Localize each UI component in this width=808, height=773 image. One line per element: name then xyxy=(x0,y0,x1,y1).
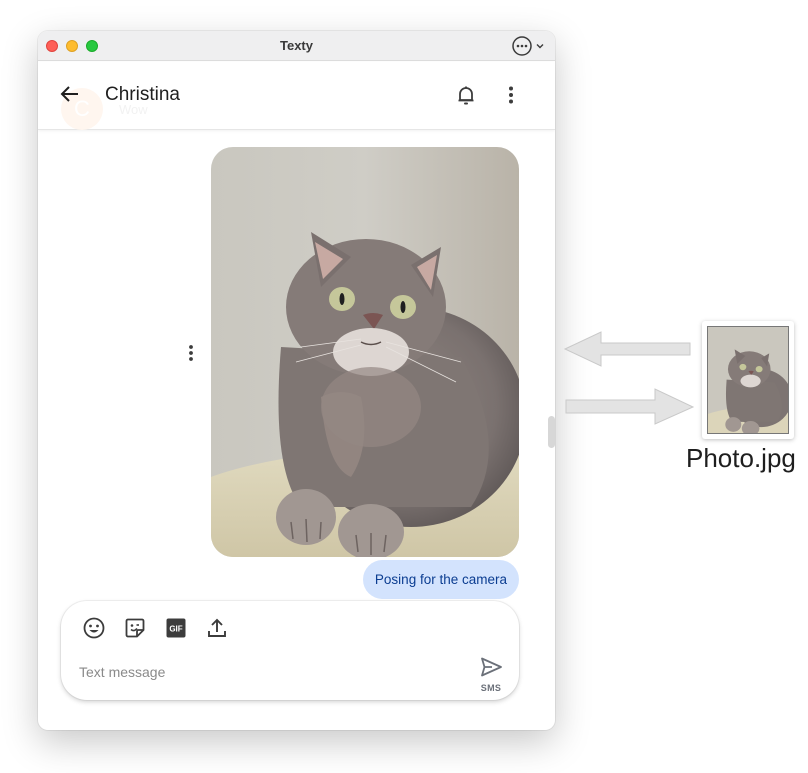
cat-photo xyxy=(211,147,519,557)
notifications-button[interactable] xyxy=(454,83,478,107)
cat-photo xyxy=(708,327,788,433)
send-icon xyxy=(481,657,502,677)
message-composer: GIF SMS xyxy=(61,601,519,700)
arrow-left-icon xyxy=(60,86,78,102)
message-options-button[interactable] xyxy=(179,341,203,365)
photo-file-preview xyxy=(707,326,789,434)
window-title: Texty xyxy=(280,38,313,53)
title-bar: Texty xyxy=(38,31,555,61)
upload-icon xyxy=(208,618,226,637)
conversation-menu-button[interactable] xyxy=(499,83,523,107)
image-message[interactable] xyxy=(211,147,519,557)
photo-file-thumbnail[interactable] xyxy=(702,321,794,439)
window-more-menu-button[interactable] xyxy=(511,36,549,56)
conversation-header: C Wow Christina xyxy=(38,62,555,130)
back-button[interactable] xyxy=(58,82,82,106)
more-vertical-icon xyxy=(509,86,513,104)
message-list: Posing for the camera xyxy=(38,131,555,601)
bell-icon xyxy=(458,86,474,105)
chevron-down-icon xyxy=(536,44,544,49)
emoji-icon xyxy=(83,617,105,639)
contact-name: Christina xyxy=(105,84,180,105)
sticker-button[interactable] xyxy=(123,616,147,640)
send-mode-label: SMS xyxy=(480,683,502,693)
file-name-label: Photo.jpg xyxy=(686,443,796,473)
app-window: Texty C Wow Christina Posing for the cam… xyxy=(38,31,555,730)
ellipsis-circle-icon xyxy=(512,36,532,56)
gif-button[interactable]: GIF xyxy=(164,616,188,640)
arrow-right-icon xyxy=(565,388,695,425)
arrow-left-icon xyxy=(563,331,691,367)
emoji-button[interactable] xyxy=(82,616,106,640)
svg-text:GIF: GIF xyxy=(169,625,182,634)
upload-button[interactable] xyxy=(205,616,229,640)
send-sms-button[interactable]: SMS xyxy=(475,656,507,694)
scrollbar-thumb[interactable] xyxy=(548,416,555,448)
message-bubble[interactable]: Posing for the camera xyxy=(362,560,519,599)
sticker-icon xyxy=(125,618,145,638)
more-vertical-icon xyxy=(189,345,193,361)
gif-icon: GIF xyxy=(166,618,186,638)
message-input[interactable] xyxy=(79,661,459,683)
